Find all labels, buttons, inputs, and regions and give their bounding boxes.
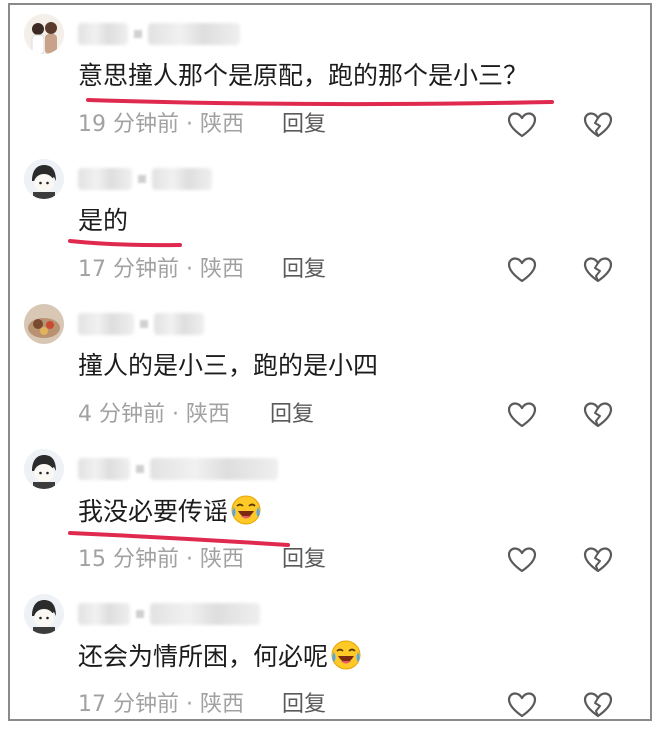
comment-time: 15 分钟前 — [78, 547, 179, 572]
comment-meta: 15 分钟前 · 陕西 — [78, 547, 244, 572]
user-avatar[interactable] — [24, 594, 64, 634]
broken-heart-icon[interactable] — [582, 399, 614, 431]
comment-item: 是的 17 分钟前 · 陕西 回复 — [10, 150, 654, 295]
comment-item: 我没必要传谣 15 分钟前 · 陕西 回复 — [10, 440, 654, 585]
user-avatar[interactable] — [24, 14, 64, 54]
cartoon-boy-avatar-icon — [24, 159, 64, 199]
user-avatar[interactable] — [24, 449, 64, 489]
crying-laughing-emoji-icon — [231, 495, 261, 525]
comment-location: 陕西 — [199, 692, 244, 717]
comment-item: 还会为情所困，何必呢 17 分钟前 · 陕西 回复 — [10, 585, 654, 730]
comment-text: 还会为情所困，何必呢 — [78, 639, 362, 674]
comment-meta: 17 分钟前 · 陕西 — [78, 257, 244, 282]
broken-heart-icon[interactable] — [582, 109, 614, 141]
reply-button[interactable]: 回复 — [282, 110, 326, 140]
comment-text-content: 还会为情所困，何必呢 — [78, 642, 329, 671]
food-photo-avatar-icon — [24, 304, 64, 344]
user-avatar[interactable] — [24, 304, 64, 344]
comment-meta: 19 分钟前 · 陕西 — [78, 112, 244, 137]
username-blurred — [78, 165, 212, 193]
comment-time: 19 分钟前 — [78, 112, 179, 137]
broken-heart-icon[interactable] — [582, 254, 614, 286]
heart-outline-icon[interactable] — [506, 109, 538, 141]
comment-item: 撞人的是小三，跑的是小四 4 分钟前 · 陕西 回复 — [10, 295, 654, 440]
comment-text: 是的 — [78, 206, 129, 235]
comment-text: 我没必要传谣 — [78, 494, 262, 529]
comment-location: 陕西 — [199, 257, 244, 282]
heart-outline-icon[interactable] — [506, 544, 538, 576]
username-blurred — [78, 310, 204, 338]
comment-text: 意思撞人那个是原配，跑的那个是小三？ — [78, 61, 529, 90]
reply-button[interactable]: 回复 — [282, 690, 326, 720]
comment-location: 陕西 — [199, 112, 244, 137]
comment-time: 4 分钟前 — [78, 402, 165, 427]
comment-meta: 17 分钟前 · 陕西 — [78, 692, 244, 717]
comment-text-content: 我没必要传谣 — [78, 497, 229, 526]
comment-list: 意思撞人那个是原配，跑的那个是小三？ 19 分钟前 · 陕西 回复 是的 17 … — [8, 3, 652, 721]
cartoon-boy-avatar-icon — [24, 594, 64, 634]
crying-laughing-emoji-icon — [331, 640, 361, 670]
username-blurred — [78, 20, 240, 48]
username-blurred — [78, 600, 260, 628]
comment-item: 意思撞人那个是原配，跑的那个是小三？ 19 分钟前 · 陕西 回复 — [10, 5, 654, 150]
comment-time: 17 分钟前 — [78, 692, 179, 717]
reply-button[interactable]: 回复 — [282, 545, 326, 575]
username-blurred — [78, 455, 278, 483]
cartoon-boy-avatar-icon — [24, 449, 64, 489]
broken-heart-icon[interactable] — [582, 689, 614, 721]
user-avatar[interactable] — [24, 159, 64, 199]
comment-meta: 4 分钟前 · 陕西 — [78, 402, 230, 427]
couple-avatar-icon — [24, 14, 64, 54]
reply-button[interactable]: 回复 — [282, 255, 326, 285]
heart-outline-icon[interactable] — [506, 254, 538, 286]
heart-outline-icon[interactable] — [506, 689, 538, 721]
heart-outline-icon[interactable] — [506, 399, 538, 431]
reply-button[interactable]: 回复 — [270, 400, 314, 430]
broken-heart-icon[interactable] — [582, 544, 614, 576]
comment-time: 17 分钟前 — [78, 257, 179, 282]
comment-location: 陕西 — [199, 547, 244, 572]
comment-location: 陕西 — [185, 402, 230, 427]
comment-text: 撞人的是小三，跑的是小四 — [78, 351, 379, 380]
